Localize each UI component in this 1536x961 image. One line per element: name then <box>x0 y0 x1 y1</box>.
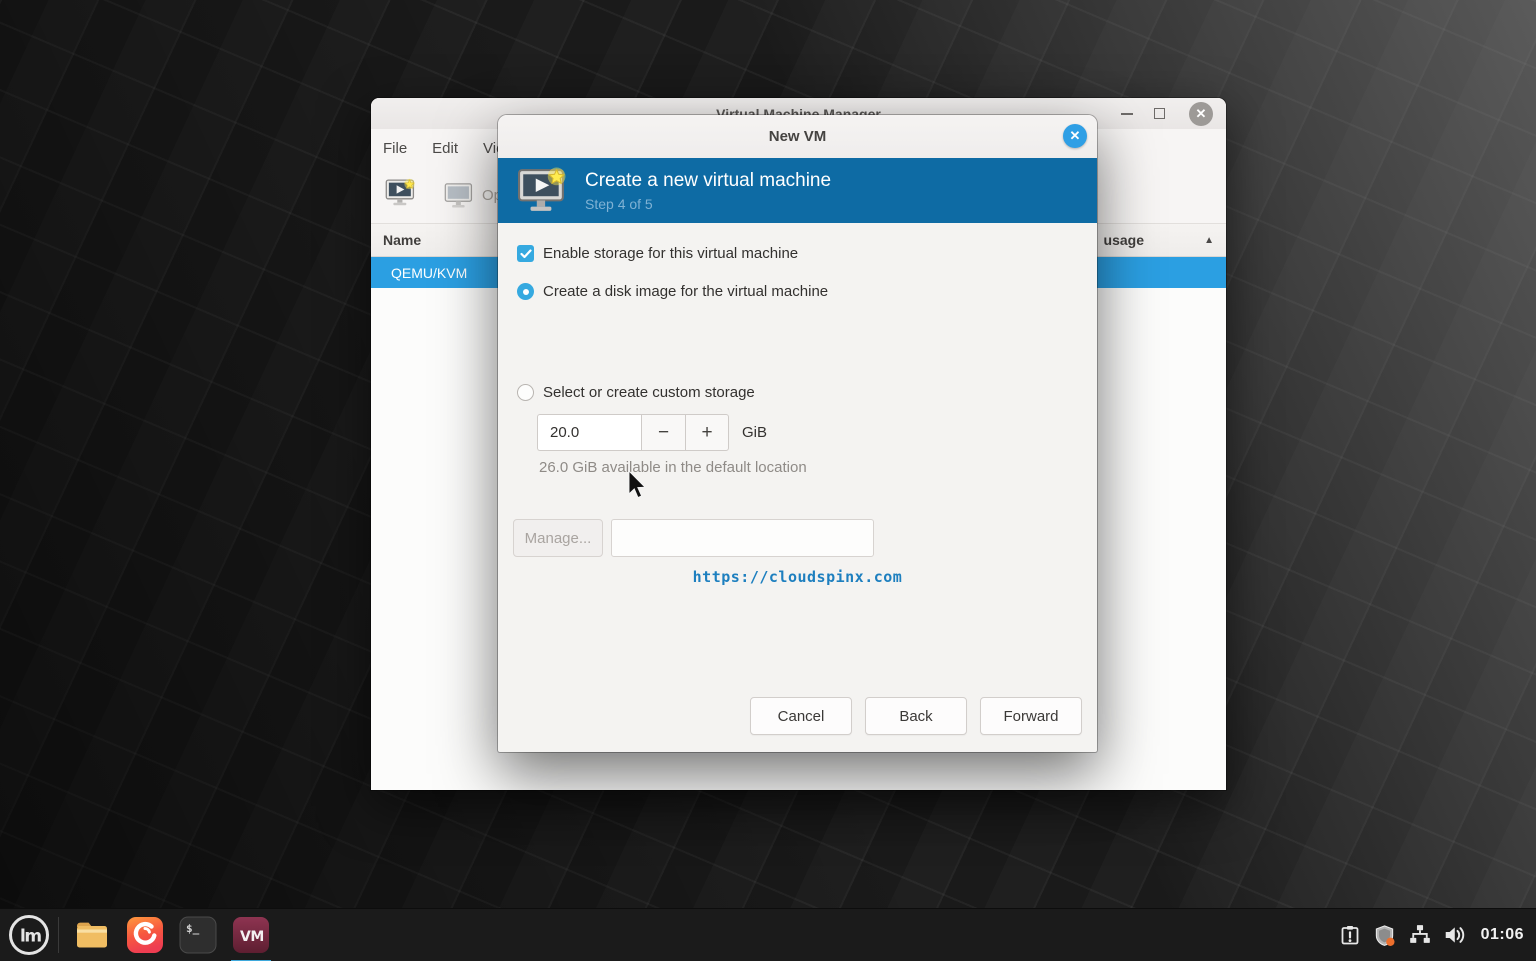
clipboard-alert-icon <box>1339 924 1361 946</box>
dialog-step-indicator: Step 4 of 5 <box>585 196 831 212</box>
virt-manager-launcher[interactable]: VM <box>232 916 270 954</box>
vm-connection-label: QEMU/KVM <box>371 265 467 281</box>
disk-size-input[interactable] <box>537 414 641 451</box>
back-button[interactable]: Back <box>865 697 967 735</box>
create-vm-icon <box>515 167 569 215</box>
dialog-header: Create a new virtual machine Step 4 of 5 <box>498 158 1097 223</box>
available-space-note: 26.0 GiB available in the default locati… <box>539 459 807 476</box>
menu-file[interactable]: File <box>381 138 409 159</box>
speaker-icon <box>1443 923 1467 947</box>
svg-text:lm: lm <box>20 927 41 947</box>
firefox-icon <box>126 916 164 954</box>
checkmark-icon <box>520 249 532 259</box>
create-disk-row[interactable]: Create a disk image for the virtual mach… <box>517 283 828 300</box>
shield-notification-icon <box>1373 924 1396 947</box>
firewall-tray-button[interactable] <box>1373 923 1397 947</box>
dialog-body: Enable storage for this virtual machine … <box>498 223 1097 752</box>
dialog-titlebar[interactable]: New VM ✕ <box>498 115 1097 158</box>
create-disk-label: Create a disk image for the virtual mach… <box>543 283 828 300</box>
mint-menu-button[interactable]: lm <box>0 909 58 961</box>
minimize-icon <box>1121 113 1133 115</box>
menu-edit[interactable]: Edit <box>430 138 460 159</box>
close-icon: ✕ <box>1189 102 1213 126</box>
taskbar-left: lm <box>0 909 285 961</box>
size-unit-label: GiB <box>742 424 767 441</box>
disk-size-spinner: − + GiB <box>537 414 767 451</box>
network-tray-button[interactable] <box>1408 923 1432 947</box>
enable-storage-label: Enable storage for this virtual machine <box>543 245 798 262</box>
enable-storage-checkbox[interactable] <box>517 245 534 262</box>
terminal-prompt-glyph: $_ <box>186 922 200 935</box>
sort-ascending-icon[interactable]: ▲ <box>1204 235 1214 246</box>
folder-icon <box>73 916 111 954</box>
new-vm-icon <box>385 178 416 208</box>
wired-network-icon <box>1408 923 1432 947</box>
close-button[interactable]: ✕ <box>1188 98 1214 129</box>
updates-tray-button[interactable] <box>1338 923 1362 947</box>
column-header-name[interactable]: Name <box>371 232 421 248</box>
dialog-action-buttons: Cancel Back Forward <box>750 697 1082 735</box>
minimize-button[interactable] <box>1116 98 1138 129</box>
watermark-link: https://cloudspinx.com <box>498 568 1097 586</box>
decrease-size-button[interactable]: − <box>641 414 685 451</box>
dialog-title: New VM <box>769 128 827 145</box>
custom-storage-path-input[interactable] <box>611 519 874 557</box>
desktop: Virtual Machine Manager ✕ File Edit View <box>0 0 1536 961</box>
manage-button[interactable]: Manage... <box>513 519 603 557</box>
taskbar-clock[interactable]: 01:06 <box>1481 926 1524 944</box>
custom-storage-row[interactable]: Select or create custom storage <box>517 384 755 401</box>
custom-storage-label: Select or create custom storage <box>543 384 755 401</box>
custom-storage-radio[interactable] <box>517 384 534 401</box>
virt-manager-icon: VM <box>232 916 270 954</box>
open-button[interactable]: Op <box>444 182 502 210</box>
file-manager-launcher[interactable] <box>73 916 111 954</box>
dialog-close-button[interactable]: ✕ <box>1063 124 1087 148</box>
taskbar: lm <box>0 908 1536 961</box>
forward-button[interactable]: Forward <box>980 697 1082 735</box>
terminal-icon: $_ <box>179 916 217 954</box>
firefox-launcher[interactable] <box>126 916 164 954</box>
system-tray: 01:06 <box>1338 923 1536 947</box>
maximize-icon <box>1154 108 1165 119</box>
new-vm-dialog: New VM ✕ Create a new virtual machine St… <box>498 115 1097 752</box>
taskbar-separator <box>58 917 59 953</box>
custom-storage-controls: Manage... <box>513 519 874 557</box>
increase-size-button[interactable]: + <box>685 414 729 451</box>
maximize-button[interactable] <box>1148 98 1170 129</box>
new-vm-toolbar-button[interactable] <box>385 178 416 213</box>
vm-badge-text: VM <box>240 929 264 945</box>
close-icon: ✕ <box>1070 128 1081 143</box>
open-vm-icon <box>444 182 474 210</box>
mint-logo-icon: lm <box>7 913 51 957</box>
volume-tray-button[interactable] <box>1443 923 1467 947</box>
mouse-cursor <box>626 470 650 502</box>
dialog-header-title: Create a new virtual machine <box>585 170 831 192</box>
enable-storage-row[interactable]: Enable storage for this virtual machine <box>517 245 798 262</box>
cancel-button[interactable]: Cancel <box>750 697 852 735</box>
terminal-launcher[interactable]: $_ <box>179 916 217 954</box>
column-header-usage[interactable]: usage <box>1104 232 1144 248</box>
create-disk-radio[interactable] <box>517 283 534 300</box>
